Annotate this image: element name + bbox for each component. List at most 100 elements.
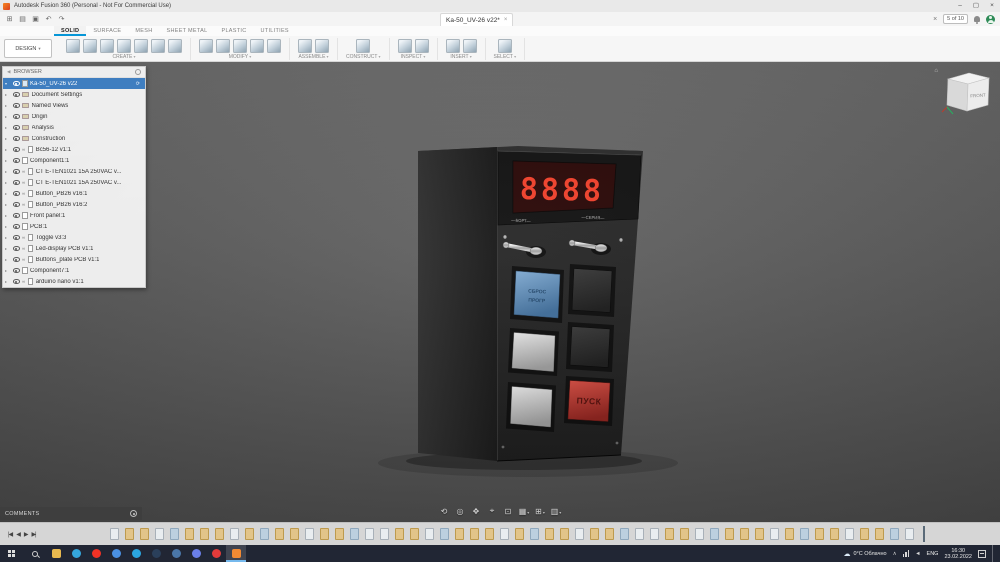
taskbar-clock[interactable]: 16:30 23.02.2022	[944, 548, 972, 560]
timeline-feature-icon[interactable]	[574, 528, 584, 540]
model-dark-button-2[interactable]	[569, 326, 611, 368]
expand-arrow-icon[interactable]: ▸	[5, 136, 10, 141]
visibility-eye-icon[interactable]	[12, 246, 20, 251]
browser-item-component7-1[interactable]: ▸ Component7:1	[3, 265, 145, 276]
tab-plastic[interactable]: PLASTIC	[214, 26, 253, 36]
expand-arrow-icon[interactable]: ▸	[5, 257, 10, 262]
timeline-feature-icon[interactable]	[379, 528, 389, 540]
fit-icon[interactable]: ⊡	[503, 507, 514, 516]
timeline-feature-icon[interactable]	[184, 528, 194, 540]
timeline-feature-icon[interactable]	[604, 528, 614, 540]
timeline-feature-icon[interactable]	[649, 528, 659, 540]
timeline-feature-icon[interactable]	[169, 528, 179, 540]
assemble-tool-icon[interactable]	[298, 38, 312, 53]
timeline-control-icon[interactable]: |◀	[8, 531, 13, 538]
timeline-feature-icon[interactable]	[319, 528, 329, 540]
collapse-browser-icon[interactable]: ◀	[7, 69, 10, 75]
timeline-feature-icon[interactable]	[874, 528, 884, 540]
visibility-eye-icon[interactable]	[12, 279, 20, 284]
timeline-feature-icon[interactable]	[259, 528, 269, 540]
toolbar-group-label[interactable]: ASSEMBLE	[298, 54, 328, 60]
timeline-feature-icon[interactable]	[214, 528, 224, 540]
timeline-feature-icon[interactable]	[454, 528, 464, 540]
browser-item-component1-1[interactable]: ▸ Component1:1	[3, 155, 145, 166]
expand-arrow-icon[interactable]: ▸	[5, 180, 10, 185]
visibility-eye-icon[interactable]	[12, 202, 20, 207]
create-tool-icon[interactable]	[168, 38, 182, 53]
zoom-icon[interactable]: ⌖	[487, 506, 498, 516]
browser-item-button-pb26-v16-2[interactable]: ▸ ∞ Button_PB26 v16:2	[3, 199, 145, 210]
save-icon[interactable]: ▣	[29, 13, 42, 26]
browser-item-origin[interactable]: ▸ Origin	[3, 111, 145, 122]
timeline-feature-icon[interactable]	[394, 528, 404, 540]
viewcube-left-face[interactable]	[946, 78, 969, 112]
timeline-feature-icon[interactable]	[529, 528, 539, 540]
model-white-button-1[interactable]	[511, 332, 556, 372]
model-dark-button-1[interactable]	[571, 268, 613, 313]
timeline-feature-icon[interactable]	[424, 528, 434, 540]
weather-widget[interactable]: ☁ 0°C Облачно	[844, 550, 887, 558]
visibility-eye-icon[interactable]	[12, 169, 20, 174]
timeline-feature-icon[interactable]	[364, 528, 374, 540]
timeline-feature-icon[interactable]	[154, 528, 164, 540]
timeline-feature-icon[interactable]	[784, 528, 794, 540]
start-button[interactable]	[0, 545, 23, 562]
insert-tool-icon[interactable]	[462, 38, 477, 53]
timeline-control-icon[interactable]: ▶|	[31, 531, 36, 538]
select-tool-icon[interactable]	[497, 38, 512, 53]
timeline-feature-icon[interactable]	[634, 528, 644, 540]
language-indicator[interactable]: ENG	[927, 551, 939, 557]
tab-mesh[interactable]: MESH	[128, 26, 159, 36]
timeline-feature-icon[interactable]	[349, 528, 359, 540]
app-grid-icon[interactable]: ⊞	[3, 13, 16, 26]
visibility-eye-icon[interactable]	[12, 158, 20, 163]
visibility-eye-icon[interactable]	[12, 235, 20, 240]
viewport[interactable]: 8888 —БОРТ— —СЕРИЯ— СБРОС ПРОГР ПУСК ◀ B…	[0, 62, 1000, 522]
model-side-face[interactable]	[418, 147, 497, 461]
assemble-tool-icon[interactable]	[315, 38, 329, 53]
show-desktop-button[interactable]	[992, 545, 996, 562]
timeline-feature-icon[interactable]	[889, 528, 899, 540]
modify-tool-icon[interactable]	[199, 38, 213, 53]
expand-arrow-icon[interactable]: ▸	[5, 213, 10, 218]
toolbar-group-label[interactable]: CONSTRUCT	[346, 54, 381, 60]
timeline-feature-icon[interactable]	[274, 528, 284, 540]
create-tool-icon[interactable]	[66, 38, 80, 53]
grid-settings-icon[interactable]: ⊞▾	[535, 507, 546, 516]
timeline-feature-icon[interactable]	[589, 528, 599, 540]
display-settings-icon[interactable]: ▦▾	[519, 507, 530, 516]
notifications-bell-icon[interactable]	[974, 16, 980, 24]
taskbar-yandex-browser[interactable]	[86, 545, 106, 562]
tab-utilities[interactable]: UTILITIES	[254, 26, 296, 36]
create-tool-icon[interactable]	[134, 38, 148, 53]
hidden-icons-chevron[interactable]: ∧	[893, 551, 897, 557]
document-tab[interactable]: Ka-50_UV-26 v22* ×	[440, 13, 514, 26]
taskbar-search-button[interactable]	[23, 545, 46, 562]
inspect-tool-icon[interactable]	[414, 38, 429, 53]
expand-arrow-icon[interactable]: ▸	[5, 103, 10, 108]
taskbar-telegram[interactable]	[126, 545, 146, 562]
timeline-feature-icon[interactable]	[109, 528, 119, 540]
taskbar-file-explorer[interactable]	[46, 545, 66, 562]
viewports-icon[interactable]: ▥▾	[551, 507, 562, 516]
expand-arrow-icon[interactable]: ▸	[5, 158, 10, 163]
timeline-control-icon[interactable]: ◀	[16, 531, 21, 538]
timeline-feature-icon[interactable]	[139, 528, 149, 540]
timeline-feature-icon[interactable]	[559, 528, 569, 540]
close-tab-icon[interactable]: ×	[504, 17, 508, 23]
modify-tool-icon[interactable]	[216, 38, 230, 53]
create-tool-icon[interactable]	[100, 38, 114, 53]
timeline-feature-icon[interactable]	[499, 528, 509, 540]
orbit-icon[interactable]: ⟲	[439, 507, 450, 516]
browser-filter-icon[interactable]	[135, 69, 141, 75]
browser-item-ct-e-ten1021-15a-250vac-v[interactable]: ▸ ∞ CT E-TEN1021 15A 250VAC v...	[3, 166, 145, 177]
create-tool-icon[interactable]	[151, 38, 165, 53]
comments-bar[interactable]: COMMENTS	[0, 507, 142, 520]
expand-arrow-icon[interactable]: ▸	[5, 114, 10, 119]
inspect-tool-icon[interactable]	[397, 38, 412, 53]
expand-arrow-icon[interactable]: ▸	[5, 224, 10, 229]
undo-icon[interactable]: ↶	[42, 13, 55, 26]
visibility-eye-icon[interactable]	[12, 92, 20, 97]
redo-icon[interactable]: ↷	[55, 13, 68, 26]
visibility-eye-icon[interactable]	[12, 257, 20, 262]
